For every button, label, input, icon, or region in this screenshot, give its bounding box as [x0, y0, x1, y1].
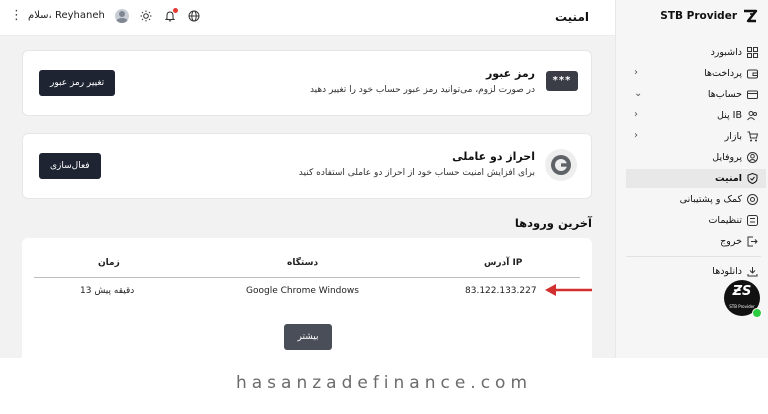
two-factor-description: برای افزایش امنیت حساب خود از احراز دو ع… [298, 168, 535, 178]
bell-icon[interactable] [163, 7, 178, 23]
sidebar-item-profile[interactable]: پروفایل [626, 148, 766, 167]
password-badge: *** [546, 71, 578, 91]
sidebar-item-label: امنیت [715, 173, 742, 184]
watermark-text: hasanzadefinance.com [235, 373, 533, 393]
wallet-icon [747, 69, 758, 79]
download-icon [747, 267, 758, 277]
watermark: hasanzadefinance.com [0, 358, 768, 414]
column-header-time: زمان [98, 258, 120, 268]
sidebar-item-accounts[interactable]: ⌄ حساب‌ها [626, 85, 766, 104]
sidebar-item-label: پرداخت‌ها [704, 68, 742, 79]
chevron-right-icon: › [634, 109, 638, 120]
red-arrow-left-icon [545, 284, 592, 296]
two-factor-title: احراز دو عاملی [452, 150, 535, 163]
sidebar-item-downloads[interactable]: دانلودها [626, 262, 766, 281]
sidebar-item-settings[interactable]: تنظیمات [626, 211, 766, 230]
globe-icon[interactable] [187, 9, 201, 23]
user-avatar-icon[interactable] [114, 8, 129, 23]
users-icon [747, 111, 757, 121]
sidebar-item-label: پروفایل [712, 152, 742, 163]
card-icon [747, 90, 758, 99]
online-status-dot [752, 308, 762, 318]
sidebar-item-label: دانلودها [712, 266, 742, 277]
grid-icon [747, 47, 758, 58]
two-factor-card: احراز دو عاملی برای افزایش امنیت حساب خو… [22, 133, 592, 199]
brand[interactable]: STB Provider [660, 8, 758, 24]
brand-logo-icon [744, 9, 758, 23]
settings-icon [747, 215, 758, 226]
sidebar-item-dashboard[interactable]: داشبورد [626, 43, 766, 62]
notification-dot [172, 7, 178, 13]
password-card: *** رمز عبور در صورت لزوم، می‌توانید رمز… [22, 50, 592, 116]
password-title: رمز عبور [485, 67, 535, 80]
password-description: در صورت لزوم، می‌توانید رمز عبور حساب خو… [309, 85, 535, 95]
cell-ip: 83.122.133.227 [465, 286, 537, 296]
sun-icon[interactable] [139, 9, 153, 23]
sidebar-item-label: حساب‌ها [707, 89, 742, 100]
shield-icon [747, 173, 758, 184]
chevron-right-icon: › [634, 130, 638, 141]
sidebar-item-label: کمک و پشتیبانی [679, 194, 742, 205]
main-content: *** رمز عبور در صورت لزوم، می‌توانید رمز… [0, 36, 615, 368]
sidebar-item-label: داشبورد [710, 47, 742, 58]
sidebar-divider [626, 256, 761, 257]
help-icon [747, 194, 758, 205]
chevron-down-icon: ⌄ [634, 88, 643, 99]
sidebar-item-label: تنظیمات [708, 215, 742, 226]
column-header-device: دستگاه [287, 258, 319, 268]
more-logins-button[interactable]: بیشتر [284, 324, 332, 350]
sidebar-item-market[interactable]: › بازار [626, 127, 766, 146]
logins-table: آدرس IP دستگاه زمان 83.122.133.227 Googl… [22, 238, 592, 368]
sidebar-item-label: بازار [724, 131, 742, 142]
sidebar-item-label: خروج [720, 236, 742, 247]
sidebar-item-label: پنل IB [716, 110, 742, 121]
user-greeting[interactable]: سلام، Reyhaneh [28, 10, 105, 21]
cart-icon [747, 131, 758, 142]
logo-mark: ƵЅ [732, 284, 752, 299]
page-title: امنیت [554, 10, 589, 24]
logout-icon [747, 236, 758, 247]
top-bar: امنیت ⋮ سلام، Reyhaneh [0, 0, 615, 36]
sidebar-item-payments[interactable]: › پرداخت‌ها [626, 64, 766, 83]
activate-2fa-button[interactable]: فعال‌سازی [39, 153, 101, 179]
more-vertical-icon[interactable]: ⋮ [10, 8, 23, 23]
cell-device: Google Chrome Windows [246, 286, 359, 296]
chevron-right-icon: › [634, 67, 638, 78]
table-header-divider [34, 277, 580, 278]
brand-name: STB Provider [660, 10, 737, 22]
top-bar-actions: ⋮ سلام، Reyhaneh [10, 7, 201, 23]
change-password-button[interactable]: تغییر رمز عبور [39, 70, 116, 96]
sidebar: STB Provider داشبورد › پرداخت‌ها ⌄ حساب‌… [615, 0, 768, 358]
recent-logins-title: آخرین ورودها [514, 216, 592, 230]
sidebar-item-logout[interactable]: خروج [626, 232, 766, 251]
user-circle-icon [747, 152, 758, 163]
sidebar-item-support[interactable]: کمک و پشتیبانی [626, 190, 766, 209]
cell-time: 13 دقیقه پیش [80, 286, 135, 296]
column-header-ip: آدرس IP [484, 258, 523, 268]
sidebar-item-ib-panel[interactable]: › پنل IB [626, 106, 766, 125]
google-authenticator-icon [545, 149, 577, 181]
sidebar-item-security[interactable]: امنیت [626, 169, 766, 188]
